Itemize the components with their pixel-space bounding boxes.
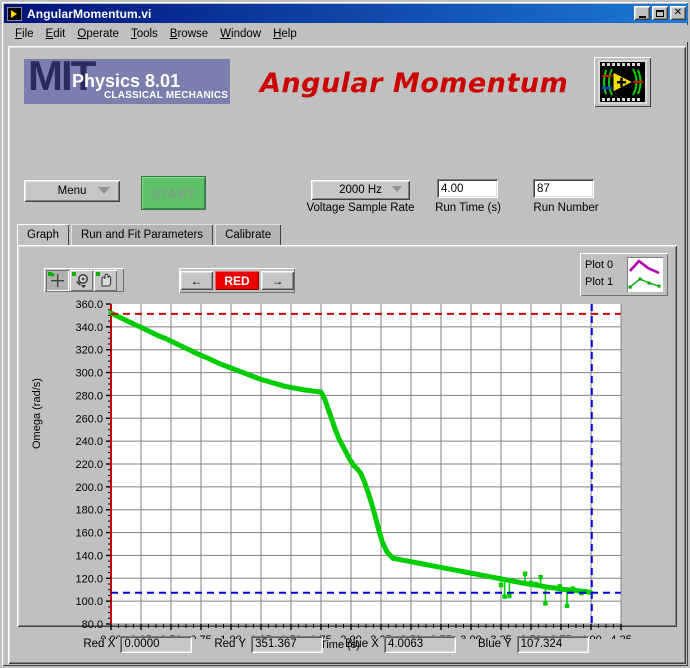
run-number-field[interactable]: 87 — [533, 179, 594, 198]
sample-rate-value: 2000 Hz — [339, 184, 382, 196]
blue-y-value[interactable]: 107.324 — [516, 635, 589, 653]
window-titlebar: AngularMomentum.vi ✕ — [4, 4, 688, 23]
front-panel-body: MIT Physics 8.01 CLASSICAL MECHANICS Ang… — [8, 46, 686, 664]
svg-text:160.0: 160.0 — [75, 528, 103, 540]
svg-text:100.0: 100.0 — [75, 596, 103, 608]
graph-palette — [44, 268, 124, 292]
svg-text:220.0: 220.0 — [75, 459, 103, 471]
cursor-navigation: ← RED → — [179, 268, 295, 293]
zoom-magnifier-tool-icon[interactable] — [70, 269, 93, 291]
red-x-value[interactable]: 0.0000 — [120, 635, 193, 653]
menu-item-help[interactable]: Help — [267, 27, 303, 41]
omega-vs-time-graph[interactable]: Omega (rad/s) Time (s) 80.0 100.0 120.0 140… — [31, 299, 645, 654]
menu-item-browse[interactable]: Browse — [164, 27, 214, 41]
window-buttons: ✕ — [634, 6, 686, 20]
labview-front-panel: AngularMomentum.vi ✕ File Edit Operate T… — [0, 0, 690, 668]
window-title: AngularMomentum.vi — [27, 6, 152, 21]
legend-swatch-box[interactable] — [627, 257, 663, 292]
svg-text:340.0: 340.0 — [75, 322, 103, 334]
run-time-label: Run Time (s) — [435, 202, 501, 214]
menu-item-operate[interactable]: Operate — [71, 27, 125, 41]
chevron-down-icon — [98, 187, 110, 194]
start-button[interactable]: START — [141, 176, 206, 210]
run-number-label: Run Number — [533, 202, 599, 214]
minimize-button[interactable] — [634, 6, 650, 20]
svg-text:120.0: 120.0 — [75, 573, 103, 585]
svg-text:140.0: 140.0 — [75, 550, 103, 562]
svg-text:180.0: 180.0 — [75, 505, 103, 517]
cursor-prev-button[interactable]: ← — [180, 271, 213, 290]
sample-rate-dropdown[interactable]: 2000 Hz — [311, 180, 410, 200]
red-y-label: Red Y — [214, 638, 247, 650]
legend-entry-plot1[interactable]: Plot 1 — [585, 276, 613, 288]
course-label: Physics 8.01 — [72, 71, 181, 91]
blue-y-label: Blue Y — [477, 638, 512, 650]
tab-calibrate[interactable]: Calibrate — [215, 224, 282, 245]
svg-text:300.0: 300.0 — [75, 368, 103, 380]
pan-hand-tool-icon[interactable] — [94, 269, 117, 291]
svg-text:240.0: 240.0 — [75, 436, 103, 448]
tab-graph[interactable]: Graph — [17, 224, 69, 245]
menu-bar: File Edit Operate Tools Browse Window He… — [5, 25, 690, 42]
page-title: Angular Momentum — [260, 68, 569, 99]
close-icon[interactable]: ✕ — [670, 6, 686, 20]
chevron-down-icon — [392, 186, 402, 192]
red-y-value[interactable]: 351.367 — [251, 635, 324, 653]
svg-text:80.0: 80.0 — [82, 619, 103, 631]
cursor-readout-row: Red X 0.0000 Red Y 351.367 Blue X 4.0063… — [17, 631, 677, 657]
cursor-next-button[interactable]: → — [261, 271, 294, 290]
mit-physics-logo: MIT Physics 8.01 CLASSICAL MECHANICS — [24, 59, 230, 104]
svg-text:280.0: 280.0 — [75, 390, 103, 402]
svg-text:200.0: 200.0 — [75, 482, 103, 494]
plot-legend: Plot 0 Plot 1 — [580, 253, 668, 296]
svg-text:360.0: 360.0 — [75, 299, 103, 311]
chart-canvas[interactable]: 80.0 100.0 120.0 140.0 160.0 180.0 200.0 220.0 2… — [35, 299, 645, 639]
menu-item-window[interactable]: Window — [214, 27, 267, 41]
menu-item-edit[interactable]: Edit — [40, 27, 72, 41]
blue-x-label: Blue X — [345, 638, 379, 650]
menu-dropdown[interactable]: Menu — [24, 180, 120, 202]
tab-bar: Graph Run and Fit Parameters Calibrate — [17, 224, 283, 246]
menu-dropdown-label: Menu — [57, 185, 87, 197]
labview-vi-icon — [7, 6, 22, 21]
cursor-crosshair-tool-icon[interactable] — [46, 269, 69, 291]
maximize-button[interactable] — [652, 6, 668, 20]
svg-text:260.0: 260.0 — [75, 413, 103, 425]
red-x-label: Red X — [83, 638, 116, 650]
svg-text:320.0: 320.0 — [75, 345, 103, 357]
tab-run-and-fit-parameters[interactable]: Run and Fit Parameters — [70, 224, 214, 245]
legend-entry-plot0[interactable]: Plot 0 — [585, 259, 613, 271]
run-time-field[interactable]: 4.00 — [437, 179, 498, 198]
sample-rate-label: Voltage Sample Rate — [306, 202, 415, 214]
blue-x-value[interactable]: 4.0063 — [383, 635, 456, 653]
menu-item-file[interactable]: File — [9, 27, 40, 41]
menu-item-tools[interactable]: Tools — [125, 27, 164, 41]
course-subtitle: CLASSICAL MECHANICS — [104, 90, 229, 101]
cursor-active-button[interactable]: RED — [215, 271, 259, 290]
labview-logo-icon — [594, 57, 651, 107]
